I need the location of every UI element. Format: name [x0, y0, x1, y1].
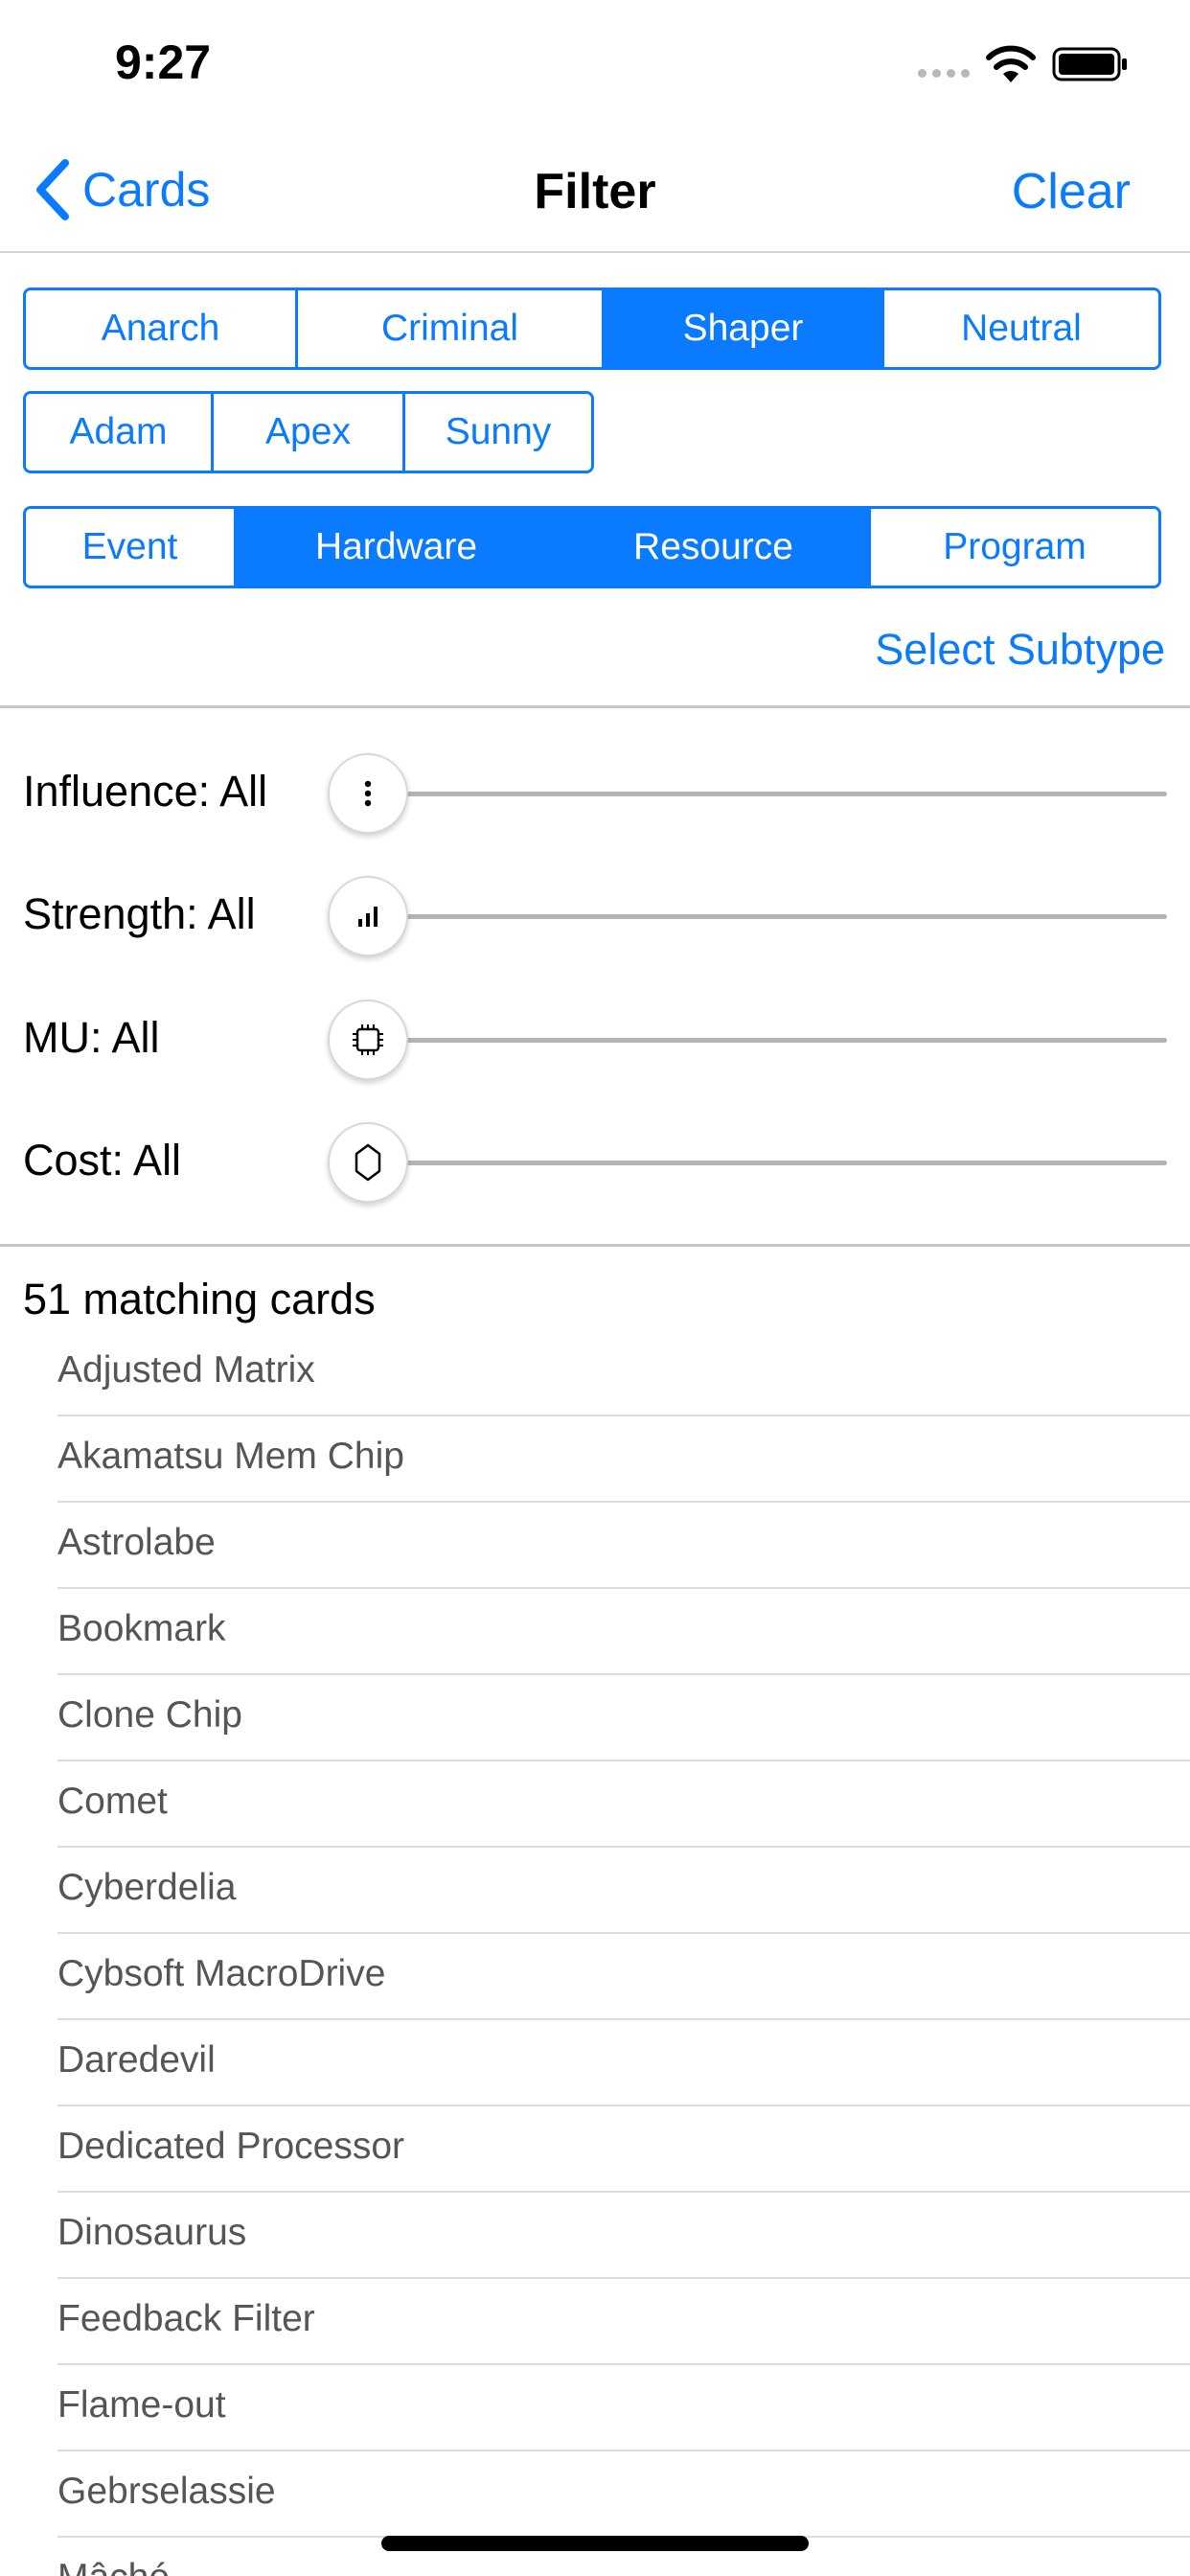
list-item[interactable]: Cybsoft MacroDrive	[0, 1934, 1190, 2020]
card-name: Cyberdelia	[57, 1867, 237, 1908]
card-name: Daredevil	[57, 2039, 216, 2081]
list-item[interactable]: Gebrselassie	[0, 2451, 1190, 2538]
divider	[0, 705, 1190, 708]
card-name: Akamatsu Mem Chip	[57, 1436, 404, 1477]
list-item[interactable]: Flame-out	[0, 2365, 1190, 2451]
influence-slider-row: Influence: All	[0, 746, 1190, 841]
wifi-icon	[986, 45, 1036, 82]
segment-shaper[interactable]: Shaper	[605, 290, 884, 367]
mu-slider-thumb[interactable]	[328, 1000, 408, 1080]
influence-slider-thumb[interactable]	[328, 753, 408, 834]
card-name: Comet	[57, 1781, 168, 1822]
strength-slider-thumb[interactable]	[328, 876, 408, 956]
card-name: Clone Chip	[57, 1694, 242, 1736]
list-item[interactable]: Comet	[0, 1761, 1190, 1848]
segment-event[interactable]: Event	[26, 509, 237, 586]
battery-icon	[1052, 47, 1127, 81]
card-name: Adjusted Matrix	[57, 1349, 315, 1391]
list-item[interactable]: Astrolabe	[0, 1503, 1190, 1589]
card-name: Dedicated Processor	[57, 2126, 405, 2167]
mu-label: MU: All	[23, 1013, 160, 1062]
list-item[interactable]: Daredevil	[0, 2020, 1190, 2106]
card-name: Dinosaurus	[57, 2212, 247, 2253]
clear-button[interactable]: Clear	[1012, 163, 1131, 220]
card-name: Cybsoft MacroDrive	[57, 1953, 386, 1994]
segment-program[interactable]: Program	[871, 509, 1158, 586]
influence-slider-track[interactable]	[368, 792, 1167, 796]
divider	[0, 1244, 1190, 1247]
card-type-segmented-control: Event Hardware Resource Program	[23, 506, 1161, 588]
strength-icon	[358, 907, 378, 927]
cost-label: Cost: All	[23, 1136, 182, 1184]
cost-slider-thumb[interactable]	[328, 1122, 408, 1203]
influence-label: Influence: All	[23, 767, 268, 816]
list-item[interactable]: Clone Chip	[0, 1675, 1190, 1761]
list-item[interactable]: Bookmark	[0, 1589, 1190, 1675]
mu-slider-track[interactable]	[368, 1038, 1167, 1043]
segment-sunny[interactable]: Sunny	[405, 394, 591, 471]
card-name: Bookmark	[57, 1608, 226, 1649]
home-indicator[interactable]	[381, 2536, 809, 2551]
segment-hardware[interactable]: Hardware	[237, 509, 559, 586]
cost-slider-track[interactable]	[368, 1161, 1167, 1165]
list-item[interactable]: Dinosaurus	[0, 2193, 1190, 2279]
matching-count: 51 matching cards	[23, 1275, 376, 1323]
faction-segmented-control: Anarch Criminal Shaper Neutral	[23, 288, 1161, 370]
list-item[interactable]: Akamatsu Mem Chip	[0, 1416, 1190, 1503]
list-item[interactable]: Adjusted Matrix	[0, 1330, 1190, 1416]
segment-apex[interactable]: Apex	[214, 394, 405, 471]
filter-screen: 9:27 Cards Filter Clear Anarch Criminal …	[0, 0, 1190, 2576]
identity-segmented-control: Adam Apex Sunny	[23, 391, 594, 473]
segment-resource[interactable]: Resource	[559, 509, 871, 586]
list-item[interactable]: Cyberdelia	[0, 1848, 1190, 1934]
mu-chip-icon	[353, 1024, 383, 1055]
strength-slider-row: Strength: All	[0, 868, 1190, 964]
card-name: Flame-out	[57, 2384, 226, 2426]
mu-slider-row: MU: All	[0, 992, 1190, 1088]
list-item[interactable]: Feedback Filter	[0, 2279, 1190, 2365]
status-bar: 9:27	[0, 0, 1190, 126]
list-item[interactable]: Dedicated Processor	[0, 2106, 1190, 2193]
cost-slider-row: Cost: All	[0, 1115, 1190, 1210]
card-name: Feedback Filter	[57, 2298, 315, 2339]
card-list: Adjusted Matrix Akamatsu Mem Chip Astrol…	[0, 1330, 1190, 2576]
strength-slider-track[interactable]	[368, 914, 1167, 919]
credit-icon	[355, 1143, 381, 1182]
card-name: Mâché	[57, 2557, 170, 2576]
influence-icon	[364, 780, 372, 807]
cellular-signal-icon	[918, 69, 970, 78]
card-name: Gebrselassie	[57, 2471, 276, 2512]
segment-adam[interactable]: Adam	[26, 394, 214, 471]
card-name: Astrolabe	[57, 1522, 216, 1563]
segment-anarch[interactable]: Anarch	[26, 290, 298, 367]
navigation-bar: Cards Filter Clear	[0, 126, 1190, 253]
segment-criminal[interactable]: Criminal	[298, 290, 605, 367]
segment-neutral[interactable]: Neutral	[884, 290, 1158, 367]
strength-label: Strength: All	[23, 889, 256, 938]
status-time: 9:27	[115, 35, 212, 89]
select-subtype-button[interactable]: Select Subtype	[875, 625, 1165, 675]
